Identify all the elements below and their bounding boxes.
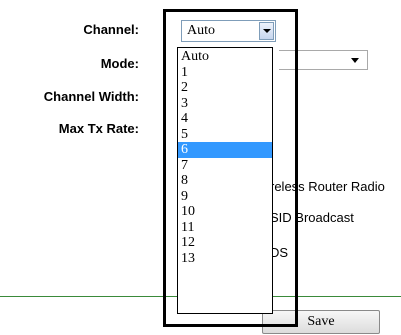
- channel-option[interactable]: Auto: [178, 49, 272, 65]
- channel-label: Channel:: [83, 22, 139, 37]
- channel-option[interactable]: 2: [178, 80, 272, 96]
- channel-option[interactable]: 3: [178, 96, 272, 112]
- channel-option[interactable]: 4: [178, 111, 272, 127]
- chevron-down-icon: [351, 58, 359, 63]
- channel-option[interactable]: 9: [178, 189, 272, 205]
- mode-select[interactable]: [279, 50, 368, 70]
- channel-option-highlighted[interactable]: 6: [178, 142, 272, 158]
- channel-option[interactable]: 10: [178, 204, 272, 220]
- channel-dropdown-button[interactable]: [259, 22, 274, 40]
- channel-dropdown-list[interactable]: Auto 1 2 3 4 5 6 7 8 9 10 11 12 13: [177, 47, 273, 314]
- chevron-down-icon: [263, 29, 271, 33]
- mode-label: Mode:: [100, 56, 139, 71]
- channel-option[interactable]: 13: [178, 251, 272, 267]
- channel-option[interactable]: 1: [178, 65, 272, 81]
- channel-width-label: Channel Width:: [43, 89, 139, 104]
- channel-value: Auto: [187, 23, 215, 38]
- enable-ssid-broadcast-label: SID Broadcast: [270, 210, 354, 225]
- channel-option[interactable]: 7: [178, 158, 272, 174]
- enable-radio-label: reless Router Radio: [270, 179, 385, 194]
- channel-option[interactable]: 8: [178, 173, 272, 189]
- channel-option[interactable]: 12: [178, 235, 272, 251]
- channel-select[interactable]: Auto: [181, 20, 276, 42]
- max-tx-rate-label: Max Tx Rate:: [58, 121, 139, 136]
- save-button[interactable]: Save: [262, 310, 380, 334]
- channel-option[interactable]: 11: [178, 220, 272, 236]
- channel-option[interactable]: 5: [178, 127, 272, 143]
